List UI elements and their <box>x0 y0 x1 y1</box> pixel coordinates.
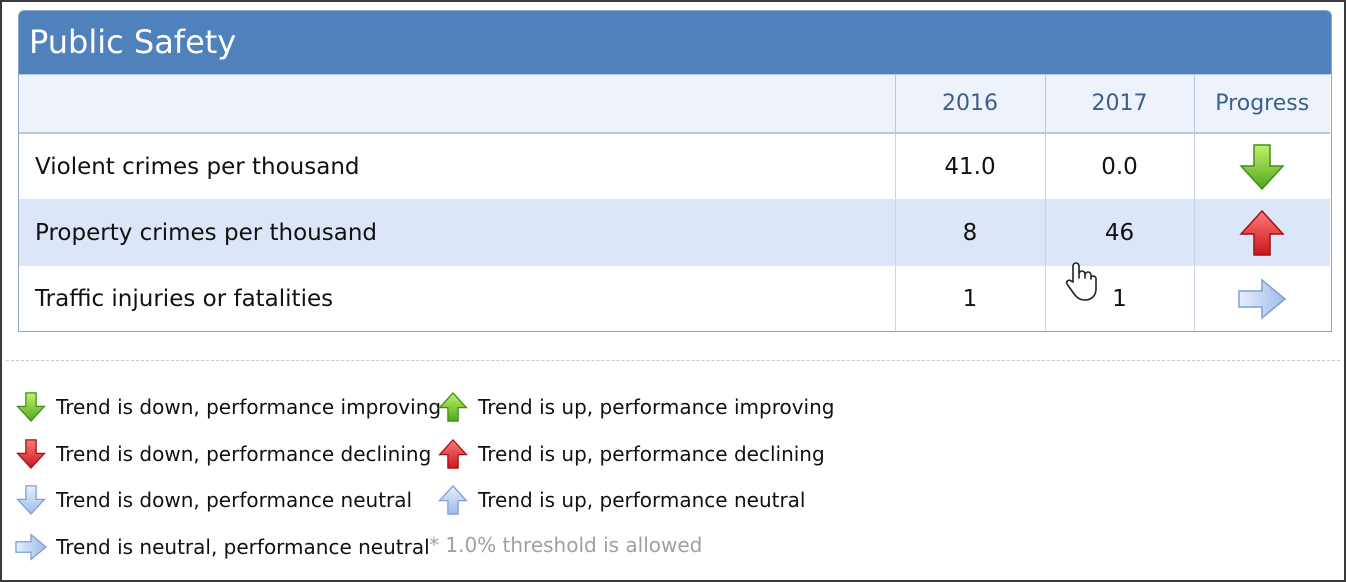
value-2016: 1 <box>894 265 1045 331</box>
legend-label: Trend is down, performance neutral <box>56 488 413 512</box>
app-window: Public Safety 2016 2017 Progress Violent… <box>0 0 1346 582</box>
legend-item: Trend is up, performance neutral <box>436 480 806 520</box>
arrow-down-green-icon <box>16 392 46 423</box>
table-row[interactable]: Violent crimes per thousand 41.0 0.0 <box>19 133 1330 200</box>
progress-cell <box>1193 265 1330 331</box>
progress-cell <box>1193 199 1330 266</box>
row-label: Property crimes per thousand <box>19 199 895 266</box>
value-2017: 0.0 <box>1044 133 1194 200</box>
legend-divider <box>6 360 1340 361</box>
legend-label: Trend is down, performance improving <box>56 395 442 419</box>
row-label: Traffic injuries or fatalities <box>19 265 895 331</box>
legend-label: Trend is down, performance declining <box>56 442 432 466</box>
table-row[interactable]: Property crimes per thousand 8 46 <box>19 199 1330 266</box>
legend-item: Trend is neutral, performance neutral <box>14 527 430 567</box>
panel-title: Public Safety <box>19 11 1331 74</box>
arrow-up-blue-icon <box>438 484 468 515</box>
legend-label: Trend is neutral, performance neutral <box>56 535 430 559</box>
column-header-2017[interactable]: 2017 <box>1044 74 1194 134</box>
legend-item: Trend is down, performance neutral <box>14 480 412 520</box>
value-2016: 8 <box>894 199 1045 266</box>
legend-label: Trend is up, performance declining <box>478 442 825 466</box>
arrow-right-blue-icon <box>1238 277 1287 320</box>
legend-item: Trend is down, performance improving <box>14 387 441 427</box>
arrow-right-blue-icon <box>15 533 48 561</box>
legend-item: Trend is up, performance declining <box>436 434 825 474</box>
column-header-label <box>19 74 895 134</box>
legend-label: Trend is up, performance improving <box>478 395 835 419</box>
arrow-down-green-icon <box>1239 143 1285 190</box>
value-2017: 46 <box>1044 199 1194 266</box>
legend-label: Trend is up, performance neutral <box>478 488 806 512</box>
column-header-2016[interactable]: 2016 <box>894 74 1045 134</box>
hand-cursor-icon <box>1065 262 1097 301</box>
arrow-up-green-icon <box>438 391 468 422</box>
arrow-up-red-icon <box>438 438 468 469</box>
value-2016: 41.0 <box>894 133 1045 200</box>
arrow-up-red-icon <box>1239 209 1285 256</box>
row-label: Violent crimes per thousand <box>19 133 895 200</box>
table-header-row: 2016 2017 Progress <box>19 74 1330 134</box>
threshold-note: * 1.0% threshold is allowed <box>429 533 703 557</box>
table-row[interactable]: Traffic injuries or fatalities 1 1 <box>19 265 1330 331</box>
arrow-down-blue-icon <box>16 485 46 516</box>
progress-cell <box>1193 133 1330 200</box>
column-header-progress[interactable]: Progress <box>1193 74 1330 134</box>
legend-item: Trend is down, performance declining <box>14 434 431 474</box>
arrow-down-red-icon <box>16 439 46 470</box>
metrics-table: 2016 2017 Progress Violent crimes per th… <box>19 74 1330 331</box>
legend-item: Trend is up, performance improving <box>436 387 834 427</box>
public-safety-panel: Public Safety 2016 2017 Progress Violent… <box>18 10 1332 332</box>
